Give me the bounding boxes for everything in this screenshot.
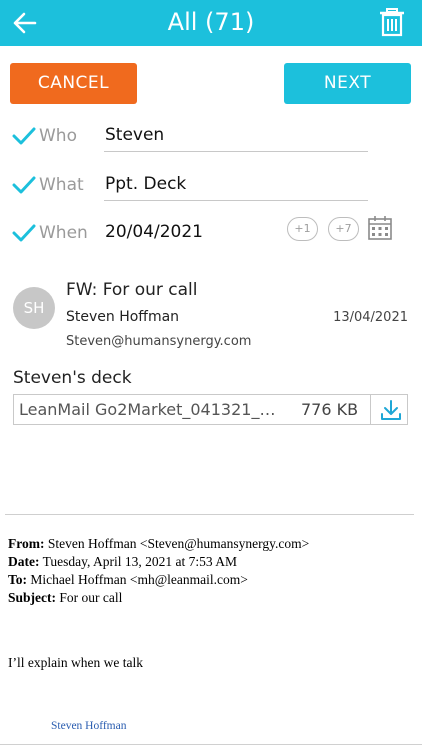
attachment-row[interactable]: LeanMail Go2Market_041321_… 776 KB [13, 394, 408, 425]
email-subject-line: Subject: For our call [8, 590, 122, 606]
email-date-line: Date: Tuesday, April 13, 2021 at 7:53 AM [8, 554, 237, 570]
plus-one-day-button[interactable]: +1 [287, 217, 318, 241]
email-from-label: From: [8, 536, 45, 551]
who-underline [104, 151, 368, 152]
email-subject-label: Subject: [8, 590, 56, 605]
avatar: SH [13, 287, 55, 329]
attachment-section-label: Steven's deck [13, 368, 132, 388]
message-sender: Steven Hoffman [66, 309, 180, 325]
who-label: Who [39, 126, 77, 146]
when-field[interactable]: 20/04/2021 [105, 222, 203, 242]
email-date-label: Date: [8, 554, 40, 569]
attachment-size: 776 KB [301, 400, 359, 419]
what-label: What [39, 175, 84, 195]
section-divider [5, 514, 414, 515]
check-icon [12, 224, 36, 242]
plus-seven-days-button[interactable]: +7 [328, 217, 359, 241]
who-row: Who Steven [0, 121, 422, 152]
when-label: When [39, 223, 88, 243]
email-to-value: Michael Hoffman <mh@leanmail.com> [27, 572, 248, 587]
what-row: What Ppt. Deck [0, 170, 422, 201]
email-to-label: To: [8, 572, 28, 587]
message-date: 13/04/2021 [333, 310, 408, 325]
email-from-line: From: Steven Hoffman <Steven@humansynerg… [8, 536, 309, 552]
email-date-value: Tuesday, April 13, 2021 at 7:53 AM [39, 554, 238, 569]
message-subject: FW: For our call [66, 280, 198, 300]
trash-icon[interactable] [378, 7, 406, 37]
message-sender-email: Steven@humansynergy.com [66, 334, 252, 349]
next-button[interactable]: NEXT [284, 63, 411, 104]
attachment-filename: LeanMail Go2Market_041321_… [19, 400, 276, 419]
attachment-divider [370, 395, 371, 424]
check-icon [12, 127, 36, 145]
email-from-value: Steven Hoffman <Steven@humansynergy.com> [44, 536, 310, 551]
download-icon[interactable] [380, 399, 402, 421]
bottom-divider [0, 744, 422, 745]
email-signature: Steven Hoffman [51, 720, 127, 732]
who-field[interactable]: Steven [105, 125, 164, 145]
page-title: All (71) [167, 8, 255, 36]
when-row: When 20/04/2021 [0, 218, 422, 248]
calendar-icon[interactable] [367, 215, 393, 241]
what-underline [104, 200, 368, 201]
check-icon [12, 176, 36, 194]
what-field[interactable]: Ppt. Deck [105, 174, 186, 194]
cancel-button[interactable]: CANCEL [10, 63, 137, 104]
top-bar: All (71) [0, 0, 422, 46]
email-subject-value: For our call [56, 590, 123, 605]
email-body-text: I’ll explain when we talk [8, 655, 143, 670]
email-to-line: To: Michael Hoffman <mh@leanmail.com> [8, 572, 248, 588]
